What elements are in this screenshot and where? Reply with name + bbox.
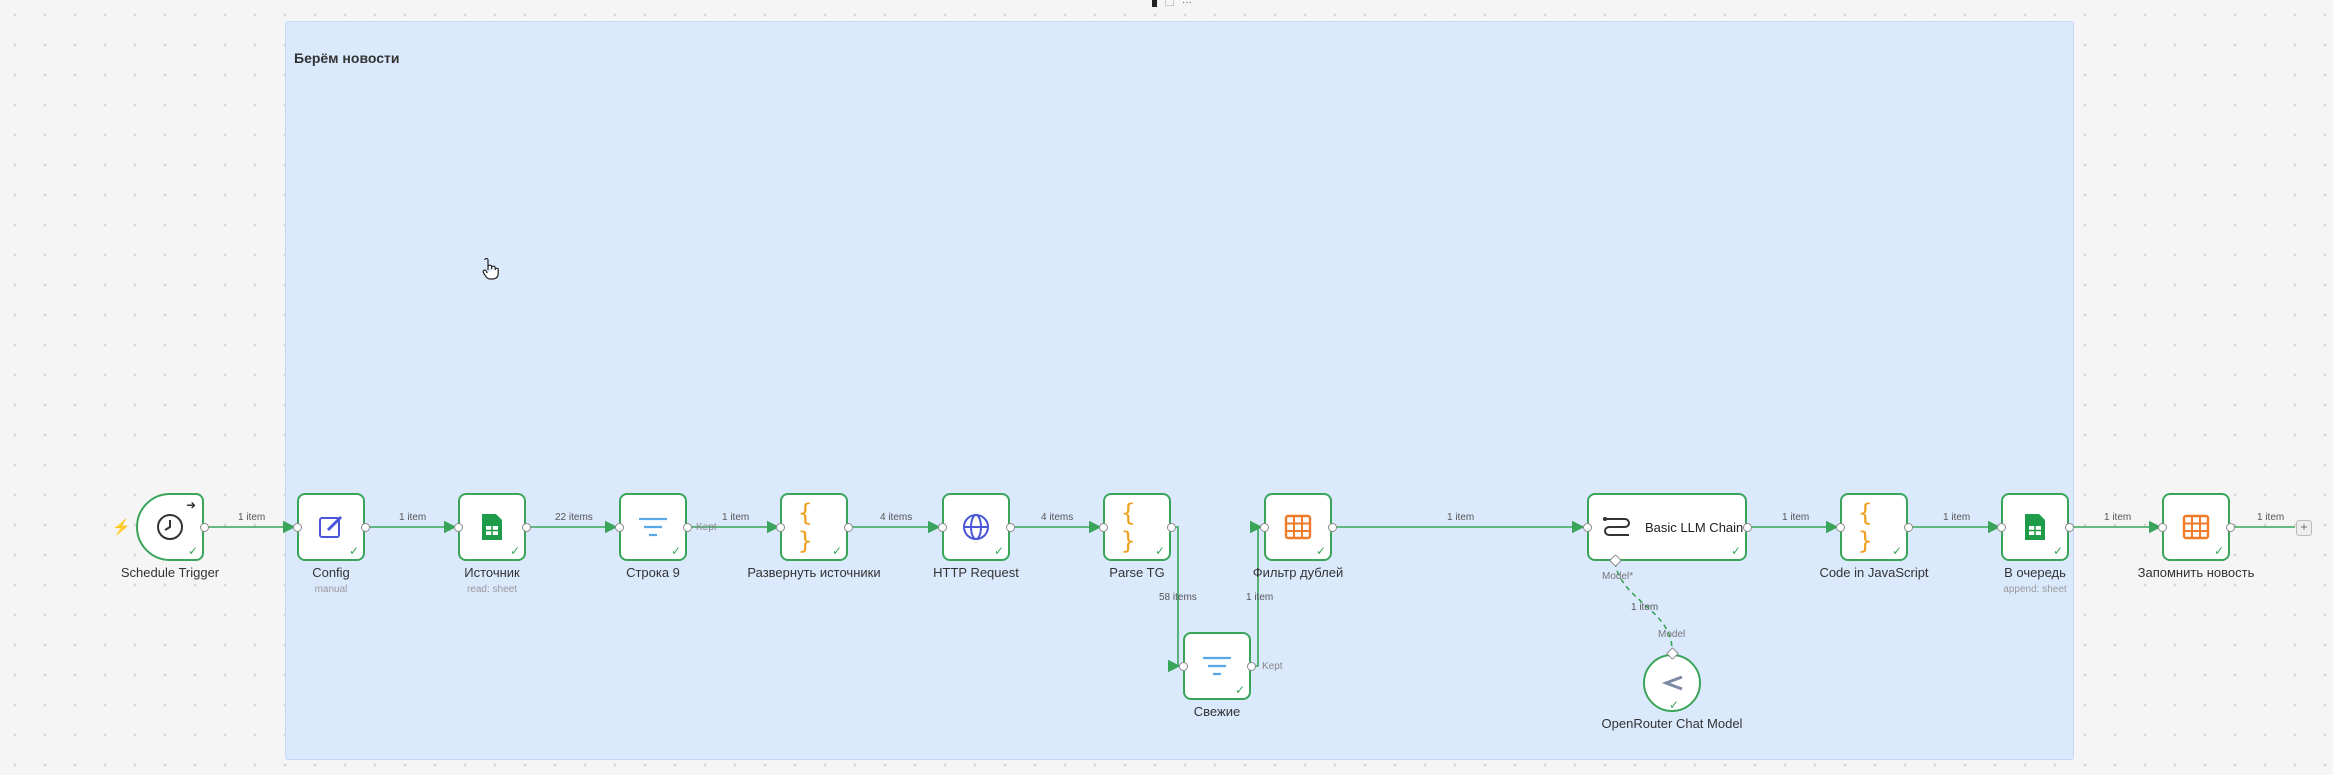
success-check-icon: ✓ xyxy=(1891,544,1902,558)
output-port[interactable] xyxy=(2065,523,2074,532)
node-openrouter-chat-model[interactable]: ✓ xyxy=(1643,654,1701,712)
success-check-icon: ✓ xyxy=(1730,544,1741,558)
edge-label: 1 item xyxy=(1631,602,1659,613)
trigger-bolt-icon: ⚡ xyxy=(112,519,131,536)
success-check-icon: ✓ xyxy=(348,544,359,558)
node-label: Свежие xyxy=(1193,704,1241,719)
success-check-icon: ✓ xyxy=(1315,544,1326,558)
success-check-icon: ✓ xyxy=(509,544,520,558)
chain-flow-icon xyxy=(1603,517,1630,536)
node-source[interactable]: ✓ xyxy=(458,493,526,561)
node-expand-sources[interactable]: { } ✓ xyxy=(780,493,848,561)
edge-label: 1 item xyxy=(2257,512,2285,523)
edge-label: 22 items xyxy=(555,512,593,523)
input-port[interactable] xyxy=(1997,523,2006,532)
edge-label: 1 item xyxy=(1447,512,1475,523)
clock-icon xyxy=(157,514,183,540)
model-output-label: Model* xyxy=(1602,571,1634,582)
code-braces-icon: { } xyxy=(798,499,813,555)
output-port[interactable] xyxy=(1743,523,1752,532)
output-port[interactable] xyxy=(844,523,853,532)
input-port[interactable] xyxy=(293,523,302,532)
success-check-icon: ✓ xyxy=(1668,698,1679,712)
table-icon xyxy=(1284,514,1312,540)
edge-label: 1 item xyxy=(2104,512,2132,523)
success-check-icon: ✓ xyxy=(2213,544,2224,558)
edge-label: 1 item xyxy=(722,512,750,523)
node-label: OpenRouter Chat Model xyxy=(1601,716,1743,731)
edit-pen-icon xyxy=(319,515,343,538)
input-port[interactable] xyxy=(1179,662,1188,671)
output-port[interactable] xyxy=(683,523,692,532)
output-port[interactable] xyxy=(1247,662,1256,671)
node-label: Фильтр дублей xyxy=(1252,565,1344,580)
node-label: Запомнить новость xyxy=(2137,565,2255,580)
connections-layer xyxy=(206,520,2295,673)
node-parse-tg[interactable]: { } ✓ xyxy=(1103,493,1171,561)
code-braces-icon: { } xyxy=(1858,499,1873,555)
add-node-button[interactable]: + xyxy=(2296,520,2312,536)
success-check-icon: ✓ xyxy=(2052,544,2063,558)
output-port[interactable] xyxy=(1328,523,1337,532)
openrouter-icon xyxy=(1661,675,1683,691)
input-port[interactable] xyxy=(1836,523,1845,532)
node-sublabel: read: sheet xyxy=(466,584,518,595)
filter-icon xyxy=(639,517,667,537)
filter-icon xyxy=(1203,656,1231,676)
output-port[interactable] xyxy=(2226,523,2235,532)
code-braces-icon: { } xyxy=(1121,499,1136,555)
edge-label: 4 items xyxy=(1041,512,1074,523)
arrow-right-icon: ➜ xyxy=(185,498,196,512)
output-port[interactable] xyxy=(1904,523,1913,532)
success-check-icon: ✓ xyxy=(993,544,1004,558)
input-port[interactable] xyxy=(454,523,463,532)
edge-label-kept: Kept xyxy=(696,522,717,533)
google-sheets-icon xyxy=(2025,514,2045,540)
output-port[interactable] xyxy=(361,523,370,532)
node-http-request[interactable]: ✓ xyxy=(942,493,1010,561)
node-inline-label: Basic LLM Chain xyxy=(1645,520,1744,535)
edge-label: 58 items xyxy=(1159,592,1197,603)
node-basic-llm-chain[interactable]: Basic LLM Chain ✓ xyxy=(1587,493,1747,561)
table-icon xyxy=(2182,514,2210,540)
input-port[interactable] xyxy=(776,523,785,532)
input-port[interactable] xyxy=(2158,523,2167,532)
success-check-icon: ✓ xyxy=(670,544,681,558)
google-sheets-icon xyxy=(482,514,502,540)
edge-label-kept: Kept xyxy=(1262,661,1283,672)
edge-label: 1 item xyxy=(238,512,266,523)
input-port[interactable] xyxy=(615,523,624,532)
globe-icon xyxy=(963,514,989,540)
success-check-icon: ✓ xyxy=(1234,683,1245,697)
success-check-icon: ✓ xyxy=(187,544,198,558)
edge-label: 1 item xyxy=(1943,512,1971,523)
edge-label: 1 item xyxy=(399,512,427,523)
output-port[interactable] xyxy=(522,523,531,532)
node-queue[interactable]: ✓ xyxy=(2001,493,2069,561)
input-port[interactable] xyxy=(938,523,947,532)
node-schedule-trigger[interactable]: ➜ ✓ xyxy=(136,493,204,561)
output-port[interactable] xyxy=(1006,523,1015,532)
success-check-icon: ✓ xyxy=(1154,544,1165,558)
node-remember-news[interactable]: ✓ xyxy=(2162,493,2230,561)
node-code-javascript[interactable]: { } ✓ xyxy=(1840,493,1908,561)
hand-cursor-icon xyxy=(482,258,499,280)
node-dedup-filter[interactable]: ✓ xyxy=(1264,493,1332,561)
edge-label: 1 item xyxy=(1246,592,1274,603)
input-port[interactable] xyxy=(1099,523,1108,532)
output-port[interactable] xyxy=(200,523,209,532)
edge-label: 4 items xyxy=(880,512,913,523)
output-port[interactable] xyxy=(1167,523,1176,532)
input-port[interactable] xyxy=(1583,523,1592,532)
input-port[interactable] xyxy=(1260,523,1269,532)
model-input-label: Model xyxy=(1658,629,1686,640)
node-config[interactable]: ✓ xyxy=(297,493,365,561)
node-row9[interactable]: ✓ xyxy=(619,493,687,561)
node-fresh[interactable]: ✓ xyxy=(1183,632,1251,700)
node-sublabel: append: sheet xyxy=(2003,584,2067,595)
edge-label: 1 item xyxy=(1782,512,1810,523)
success-check-icon: ✓ xyxy=(831,544,842,558)
